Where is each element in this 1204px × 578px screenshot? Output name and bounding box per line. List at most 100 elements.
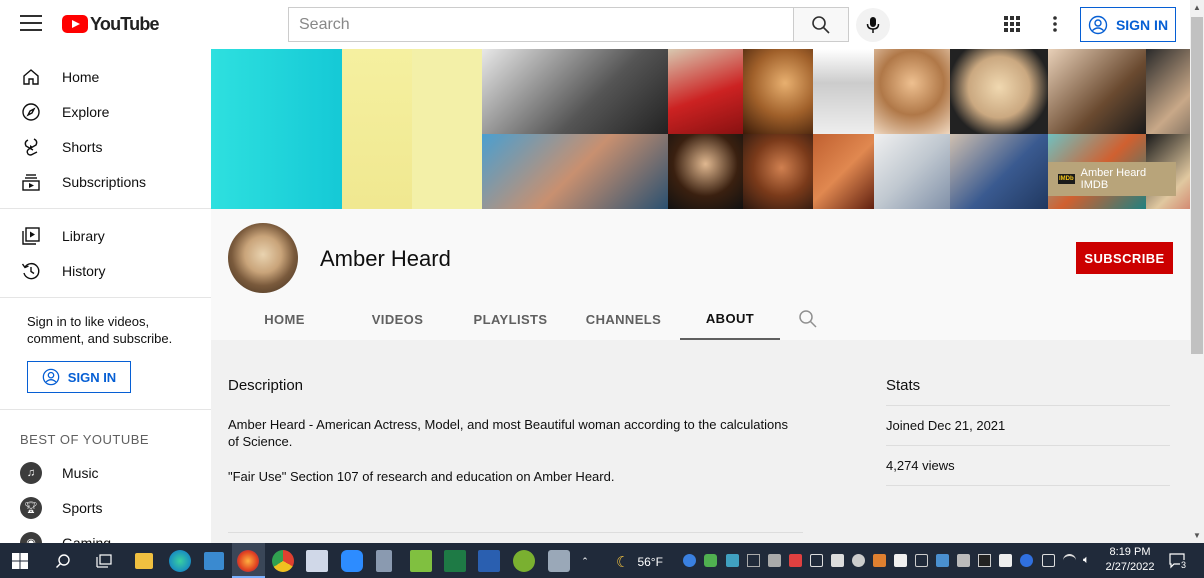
android-icon[interactable]: [513, 550, 535, 572]
subscriptions-icon: [20, 171, 42, 193]
apps-grid-icon[interactable]: [1003, 15, 1021, 33]
search-box[interactable]: [288, 7, 794, 42]
banner-photo: [874, 134, 950, 209]
firefox-icon[interactable]: [237, 550, 259, 572]
imdb-link-label: Amber Heard IMDB: [1080, 167, 1147, 191]
tray-app-icon[interactable]: [726, 554, 739, 567]
channel-tabs: HOME VIDEOS PLAYLISTS CHANNELS ABOUT: [228, 298, 835, 340]
task-view-icon[interactable]: [93, 550, 115, 572]
show-hidden-icons-icon[interactable]: ⌃: [578, 550, 592, 572]
tray-app-icon[interactable]: [831, 554, 844, 567]
bluetooth-icon[interactable]: [1020, 554, 1033, 567]
search-icon: [812, 15, 830, 34]
voice-search-button[interactable]: [856, 8, 890, 42]
stats-divider: [886, 485, 1170, 486]
tray-app-icon[interactable]: [789, 554, 802, 567]
sidebar-item-shorts[interactable]: Shorts: [0, 129, 211, 164]
gamepad-icon: ◉: [20, 531, 42, 543]
sidebar-item-home[interactable]: Home: [0, 59, 211, 94]
history-icon: [20, 260, 42, 282]
wifi-icon[interactable]: [1063, 554, 1076, 567]
weather-widget[interactable]: ☾ 56°F: [616, 553, 663, 571]
sidebar-item-library[interactable]: Library: [0, 218, 211, 253]
sidebar-item-subscriptions[interactable]: Subscriptions: [0, 164, 211, 199]
sign-in-button[interactable]: SIGN IN: [1080, 7, 1176, 42]
tab-playlists[interactable]: PLAYLISTS: [454, 298, 567, 340]
imdb-link[interactable]: IMDb Amber Heard IMDB: [1048, 162, 1176, 196]
banner-photo: [950, 49, 1048, 134]
subscribe-button[interactable]: SUBSCRIBE: [1076, 242, 1173, 274]
store-icon[interactable]: [204, 552, 224, 570]
sidebar-item-explore[interactable]: Explore: [0, 94, 211, 129]
camera-icon[interactable]: [548, 550, 570, 572]
search-icon: [798, 310, 817, 328]
tab-home[interactable]: HOME: [228, 298, 341, 340]
banner-photo: [743, 134, 813, 209]
notification-count: 3: [1180, 560, 1188, 570]
tray-app-icon[interactable]: [894, 554, 907, 567]
sidebar-item-label: Subscriptions: [62, 173, 147, 190]
sidebar-item-label: Explore: [62, 103, 110, 120]
description-line: Amber Heard - American Actress, Model, a…: [228, 417, 788, 449]
best-of-youtube-heading: BEST OF YOUTUBE: [20, 432, 150, 447]
excel-icon[interactable]: [444, 550, 466, 572]
tray-app-icon[interactable]: [683, 554, 696, 567]
scroll-up-arrow-icon[interactable]: ▲: [1192, 3, 1202, 13]
tray-app-icon[interactable]: [704, 554, 717, 567]
youtube-logo[interactable]: YouTube: [62, 14, 160, 34]
tray-app-icon[interactable]: [957, 554, 970, 567]
taskbar-search-icon[interactable]: [52, 550, 74, 572]
channel-search-button[interactable]: [780, 298, 835, 340]
banner-tile: [211, 49, 342, 209]
scrollbar-thumb[interactable]: [1191, 17, 1203, 354]
system-clock[interactable]: 8:19 PM 2/27/2022: [1102, 545, 1158, 575]
sidebar-item-music[interactable]: ♫ Music: [0, 455, 211, 490]
account-icon: [1088, 15, 1108, 34]
notepad-icon[interactable]: [410, 550, 432, 572]
tray-app-icon[interactable]: [873, 554, 886, 567]
tab-about[interactable]: ABOUT: [680, 298, 780, 340]
zoom-icon[interactable]: [341, 550, 363, 572]
battery-icon[interactable]: [1042, 554, 1055, 567]
tray-app-icon[interactable]: [936, 554, 949, 567]
sidebar-item-label: Music: [62, 464, 99, 481]
more-options-icon[interactable]: [1046, 15, 1064, 33]
tab-channels[interactable]: CHANNELS: [567, 298, 680, 340]
library-icon: [20, 225, 42, 247]
notification-center-icon[interactable]: 3: [1168, 551, 1188, 571]
sidebar-divider: [0, 297, 211, 298]
search-input[interactable]: [289, 8, 794, 41]
calculator-icon[interactable]: [376, 550, 392, 572]
file-explorer-icon[interactable]: [135, 553, 153, 569]
edge-browser-icon[interactable]: [169, 550, 191, 572]
banner-photo: [482, 134, 668, 209]
scroll-down-arrow-icon[interactable]: ▼: [1192, 531, 1202, 541]
tray-app-icon[interactable]: [915, 554, 928, 567]
search-button[interactable]: [793, 7, 849, 42]
sidebar-sign-in-button[interactable]: SIGN IN: [27, 361, 131, 393]
sidebar: Home Explore Shorts Subscriptions Librar…: [0, 49, 211, 543]
word-icon[interactable]: [478, 550, 500, 572]
sidebar-item-gaming[interactable]: ◉ Gaming: [0, 525, 211, 543]
windows-start-icon[interactable]: [9, 550, 31, 572]
banner-photo: [813, 49, 874, 134]
stats-divider: [886, 445, 1170, 446]
chrome-icon[interactable]: [272, 550, 294, 572]
tray-app-icon[interactable]: [852, 554, 865, 567]
paint-icon[interactable]: [306, 550, 328, 572]
tray-app-icon[interactable]: [768, 554, 781, 567]
banner-photo: [743, 49, 813, 134]
volume-icon[interactable]: 🔈︎: [1083, 554, 1096, 567]
tab-videos[interactable]: VIDEOS: [341, 298, 454, 340]
sidebar-item-history[interactable]: History: [0, 253, 211, 288]
description-line: "Fair Use" Section 107 of research and e…: [228, 469, 615, 484]
sign-in-label: SIGN IN: [1115, 16, 1169, 33]
tray-app-icon[interactable]: [999, 554, 1012, 567]
sidebar-item-sports[interactable]: 🏆︎ Sports: [0, 490, 211, 525]
tray-app-icon[interactable]: [747, 554, 760, 567]
menu-icon[interactable]: [20, 15, 42, 33]
tray-app-icon[interactable]: [978, 554, 991, 567]
play-icon: [62, 15, 88, 33]
tray-app-icon[interactable]: [810, 554, 823, 567]
banner-photo: [874, 49, 950, 134]
